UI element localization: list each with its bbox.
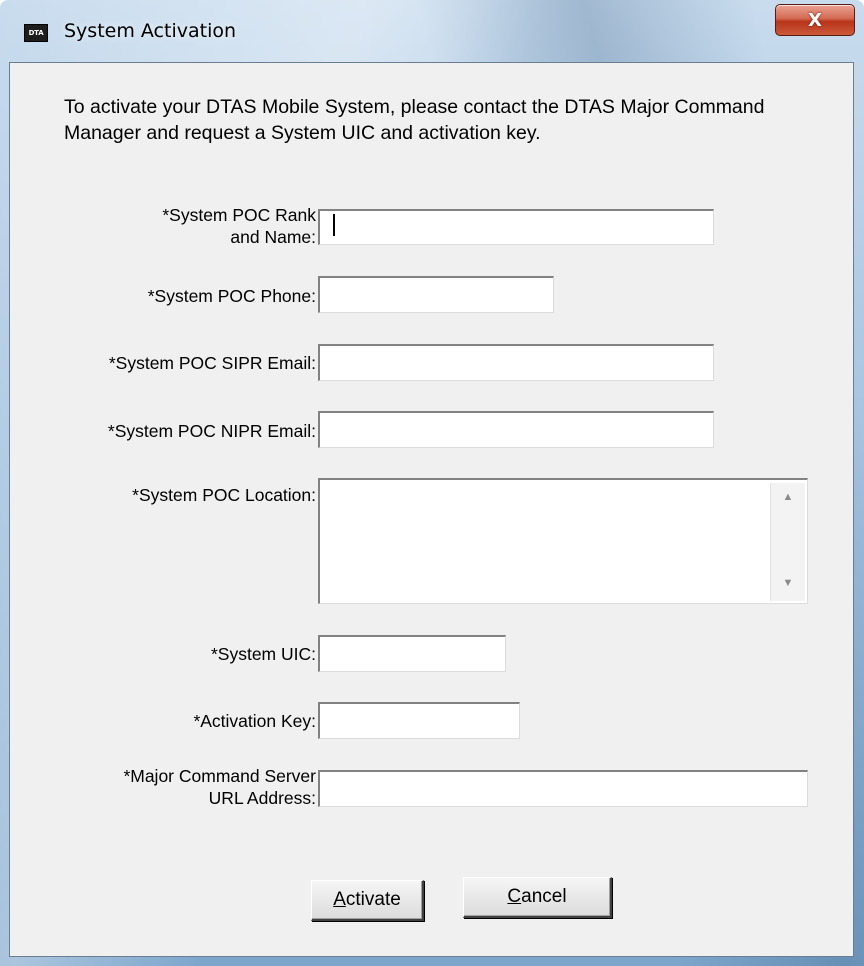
cancel-label: ancel — [521, 886, 567, 907]
activation-key-input[interactable] — [318, 702, 520, 739]
activation-key-label: *Activation Key: — [193, 711, 316, 731]
title-bar[interactable]: DTA System Activation X — [0, 0, 864, 62]
dialog-client-area: To activate your DTAS Mobile System, ple… — [9, 62, 854, 957]
server-url-label: *Major Command Server URL Address: — [30, 765, 316, 809]
scroll-down-icon[interactable]: ▼ — [771, 577, 805, 589]
sipr-email-label: *System POC SIPR Email: — [108, 353, 316, 373]
rank-name-label: *System POC Rank and Name: — [70, 204, 316, 248]
activate-label: ctivate — [345, 889, 401, 910]
cancel-mnemonic: C — [507, 886, 522, 907]
phone-label: *System POC Phone: — [147, 286, 316, 306]
server-url-input[interactable] — [318, 770, 808, 807]
server-url-label-line1: *Major Command Server — [123, 766, 316, 786]
system-uic-input[interactable] — [318, 635, 506, 672]
sipr-email-input[interactable] — [318, 344, 714, 381]
window-title: System Activation — [64, 20, 237, 42]
rank-name-label-line2: and Name: — [230, 227, 316, 247]
nipr-email-label: *System POC NIPR Email: — [107, 421, 316, 441]
rank-name-input[interactable] — [318, 209, 714, 245]
phone-input[interactable] — [318, 276, 554, 313]
rank-name-label-line1: *System POC Rank — [162, 205, 316, 225]
dtas-app-icon: DTA — [24, 24, 48, 42]
location-scrollbar[interactable]: ▲ ▼ — [770, 483, 805, 601]
activate-button[interactable]: Activate — [311, 880, 424, 921]
app-icon-text: DTA — [28, 29, 44, 37]
system-activation-window: DTA System Activation X To activate your… — [0, 0, 864, 966]
cancel-button[interactable]: Cancel — [463, 877, 612, 918]
location-textarea[interactable] — [318, 478, 808, 604]
location-label: *System POC Location: — [132, 485, 316, 505]
close-button[interactable]: X — [775, 4, 855, 36]
nipr-email-input[interactable] — [318, 411, 714, 448]
scroll-up-icon[interactable]: ▲ — [771, 491, 805, 503]
instructions-text: To activate your DTAS Mobile System, ple… — [64, 96, 765, 144]
close-icon: X — [808, 9, 822, 31]
server-url-label-line2: URL Address: — [208, 788, 316, 808]
activate-mnemonic: A — [333, 889, 346, 910]
text-caret — [333, 214, 335, 236]
system-uic-label: *System UIC: — [210, 644, 316, 664]
